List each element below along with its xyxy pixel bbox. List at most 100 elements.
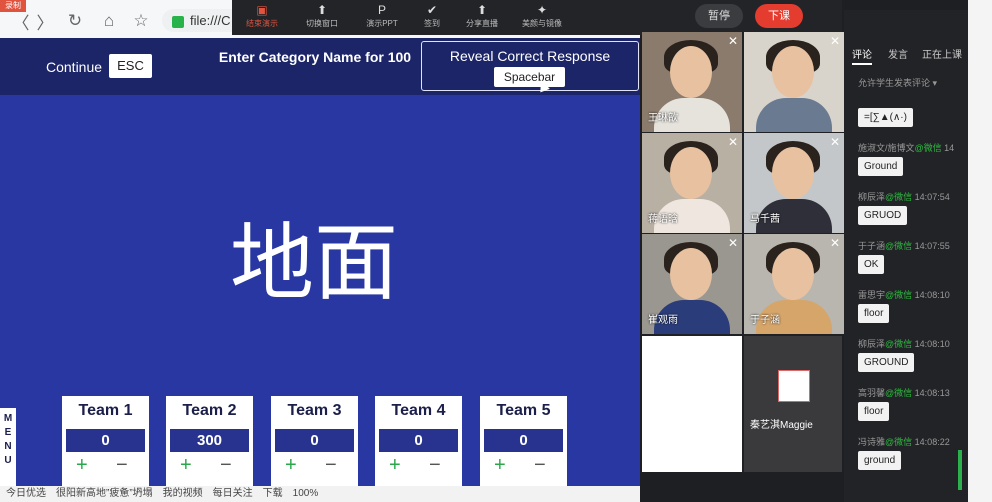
browser-status-bar: 今日优选 很阳新高地”疲惫”坍塌 我的视频 每日关注 下载 100% [0,486,640,502]
toolbar-label: 演示PPT [366,19,398,28]
status-bar-item[interactable]: 今日优选 [6,488,46,499]
toolbar-item[interactable]: ✦ 美颜与镜像 [514,3,570,29]
status-bar-item[interactable]: 100% [293,488,319,499]
close-icon[interactable]: ✕ [728,135,738,149]
video-tile-name: 崔观雨 [648,315,678,326]
student-face [772,248,814,300]
comment-header: 高羽馨@微信 14:08:13 [858,386,950,399]
status-bar-item[interactable]: 每日关注 [213,488,253,499]
comment-permission-select[interactable]: 允许学生发表评论 ▾ [858,76,937,89]
subtract-points-button[interactable]: − [116,454,128,477]
status-bar-item[interactable]: 很阳新高地”疲惫”坍塌 [56,488,153,499]
comments-panel: 评论 发言 正在上课 允许学生发表评论 ▾ =[∑▲(∧·) 施淑文/施博文@微信… [844,10,968,502]
video-tile[interactable]: ✕ 马千茜 [744,133,844,233]
reload-icon[interactable]: ↻ [64,11,86,31]
comment-source: @微信 [885,290,913,300]
reveal-response-box[interactable]: Reveal Correct Response Spacebar [421,41,639,93]
forward-icon[interactable]: 〉 [34,11,56,33]
team-card: Team 3 0 + − [271,396,358,486]
video-tile[interactable]: ✕ 崔观雨 [642,234,742,334]
video-tile-name: 马千茜 [750,214,780,225]
toolbar-item[interactable]: P 演示PPT [354,3,410,29]
bookmark-star-icon[interactable]: ☆ [130,11,152,31]
video-tile[interactable]: ✕ 蒋语晗 [642,133,742,233]
team-name: Team 5 [496,402,551,419]
student-face [670,46,712,98]
close-icon[interactable]: ✕ [728,34,738,48]
url-text: file:///C [190,13,231,28]
comment-time: 14:08:22 [914,437,950,447]
comment-user: 施淑文/施博文 [858,143,915,153]
subtract-points-button[interactable]: − [325,454,337,477]
toolbar-icon: ▣ [256,3,268,17]
tab-in-class[interactable]: 正在上课 [922,46,962,61]
comment-time: 14:07:54 [914,192,950,202]
comment-source: @微信 [885,192,913,202]
jeopardy-slide: Continue ESC Enter Category Name for 100… [0,38,640,486]
student-face [670,147,712,199]
comment-message: GRUOD [858,206,908,225]
video-tile[interactable]: 秦艺淇Maggie [744,336,842,472]
status-bar-item[interactable]: 我的视频 [163,488,203,499]
toolbar-label: 美颜与镜像 [522,19,562,28]
close-icon[interactable]: ✕ [830,34,840,48]
comment-source: @微信 [885,437,913,447]
team-name: Team 3 [287,402,342,419]
team-name: Team 2 [182,402,237,419]
toolbar-icon: ⬆ [316,3,328,17]
comment-header: 冯诗雅@微信 14:08:22 [858,435,950,448]
comment-message: Ground [858,157,904,176]
video-tile-name: 蒋语晗 [648,214,678,225]
back-icon[interactable]: 〈 [10,11,32,33]
toolbar-item[interactable]: ▣ 结束演示 [234,3,290,29]
comment-user: 柳辰泽 [858,339,886,349]
subtract-points-button[interactable]: − [429,454,441,477]
tab-comments[interactable]: 评论 [852,46,872,65]
close-icon[interactable]: ✕ [728,236,738,250]
comment-time: 14:08:10 [914,290,950,300]
spacebar-key-button[interactable]: Spacebar [494,67,565,87]
empty-video-tile [642,336,742,472]
add-points-button[interactable]: + [285,454,297,477]
scrollbar[interactable] [958,450,962,490]
video-tile[interactable]: ✕ 于子涵 [744,234,844,334]
team-card: Team 1 0 + − [62,396,149,486]
comment-header: 柳辰泽@微信 14:08:10 [858,337,950,350]
close-icon[interactable]: ✕ [830,236,840,250]
security-shield-icon [172,15,184,28]
close-icon[interactable]: ✕ [830,135,840,149]
comment-time: 14:08:13 [914,388,950,398]
home-icon[interactable]: ⌂ [98,11,120,31]
team-card: Team 2 300 + − [166,396,253,486]
toolbar-item[interactable]: ✔ 签到 [404,3,460,29]
video-tile-name: 王琳歆 [648,113,678,124]
tab-speak[interactable]: 发言 [888,46,908,61]
toolbar-icon: ✔ [426,3,438,17]
student-face [772,46,814,98]
add-points-button[interactable]: + [76,454,88,477]
toolbar-icon: ⬆ [476,3,488,17]
subtract-points-button[interactable]: − [534,454,546,477]
video-tile[interactable]: ✕ [744,32,844,132]
esc-key-button[interactable]: ESC [109,54,152,78]
slide-top-band: Continue ESC Enter Category Name for 100… [0,38,640,95]
add-points-button[interactable]: + [389,454,401,477]
pause-button[interactable]: 暂停 [695,4,743,28]
add-points-button[interactable]: + [494,454,506,477]
status-bar-item[interactable]: 下载 [263,488,283,499]
video-tile[interactable]: ✕ 王琳歆 [642,32,742,132]
add-points-button[interactable]: + [180,454,192,477]
answer-text: 地面 [229,214,398,312]
comment-time: 14 [944,143,955,153]
comment-message: ground [858,451,902,470]
menu-tab[interactable]: M E N U [0,408,16,486]
toolbar-item[interactable]: ⬆ 切换窗口 [294,3,350,29]
toolbar-icon: P [377,3,386,17]
end-class-button[interactable]: 下课 [755,4,803,28]
subtract-points-button[interactable]: − [220,454,232,477]
comment-header: 柳辰泽@微信 14:07:54 [858,190,950,203]
student-face [670,248,712,300]
team-score: 0 [379,429,458,452]
toolbar-item[interactable]: ⬆ 分享直播 [454,3,510,29]
team-card: Team 5 0 + − [480,396,567,486]
